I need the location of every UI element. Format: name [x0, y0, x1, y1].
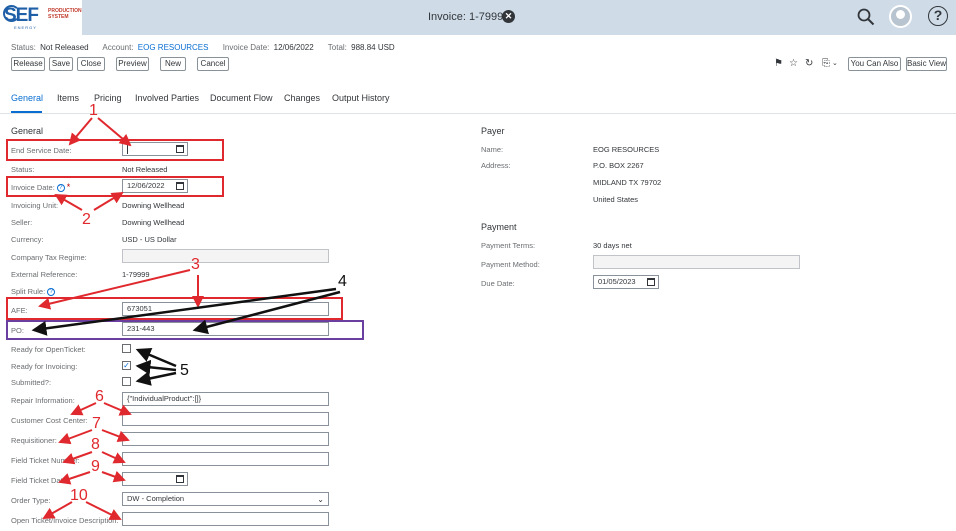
- annotation-number-4: 4: [338, 273, 347, 290]
- annotation-number-6: 6: [95, 388, 104, 405]
- annotation-number-9: 9: [91, 458, 100, 475]
- annotation-number-5: 5: [180, 362, 189, 379]
- annotation-number-2: 2: [82, 211, 91, 228]
- annotation-number-7: 7: [92, 415, 101, 432]
- annotation-arrows: [31, 117, 341, 520]
- annotation-number-10: 10: [70, 487, 88, 504]
- annotation-number-3: 3: [191, 256, 200, 273]
- annotation-number-1: 1: [89, 102, 98, 119]
- annotation-number-8: 8: [91, 436, 100, 453]
